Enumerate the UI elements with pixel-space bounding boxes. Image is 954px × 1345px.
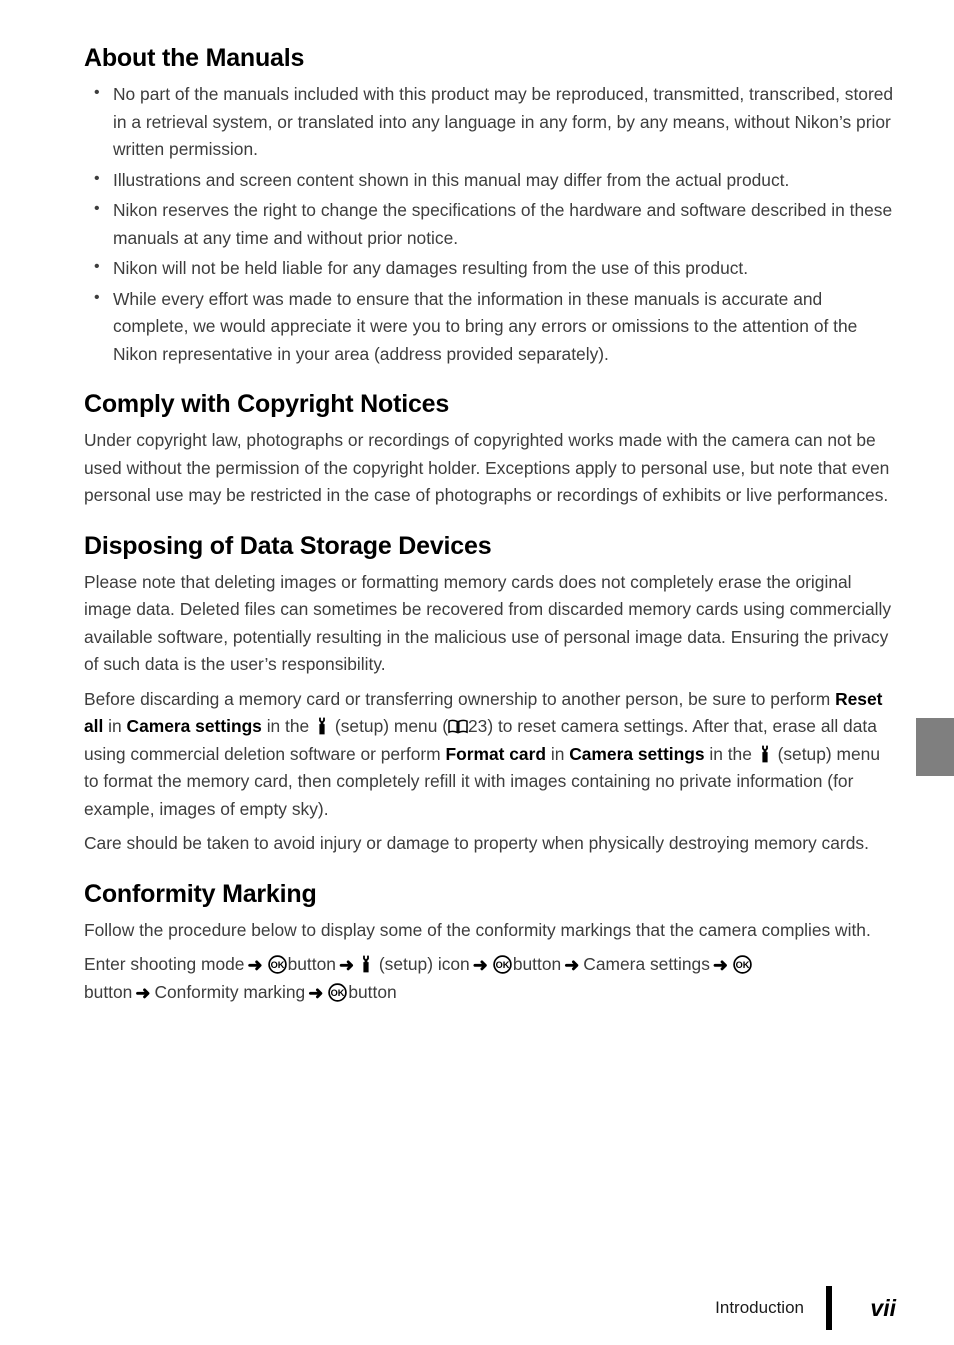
- ok-button-icon: OK: [493, 955, 512, 974]
- step-label-button: button: [84, 982, 133, 1003]
- page-content: About the Manuals No part of the manuals…: [84, 44, 896, 1008]
- manual-page: About the Manuals No part of the manuals…: [0, 0, 954, 1345]
- paragraph: Follow the procedure below to display so…: [84, 919, 871, 940]
- wrench-setup-icon: [758, 745, 772, 763]
- page-footer: Introduction vii: [0, 1286, 954, 1336]
- heading-about-the-manuals: About the Manuals: [84, 44, 305, 72]
- menu-item-camera-settings: Camera settings: [126, 716, 262, 736]
- wrench-setup-icon: [315, 717, 329, 735]
- svg-text:OK: OK: [331, 989, 345, 999]
- footer-chapter-label: Introduction: [715, 1298, 804, 1317]
- right-arrow-icon: ➜: [712, 955, 728, 975]
- paragraph: Care should be taken to avoid injury or …: [84, 833, 869, 853]
- step-label-button: button: [287, 954, 336, 974]
- right-arrow-icon: ➜: [338, 955, 355, 975]
- open-book-reference-icon: [448, 719, 468, 734]
- footer-inner: Introduction vii: [715, 1286, 896, 1330]
- ok-button-icon: OK: [328, 983, 348, 1003]
- svg-text:OK: OK: [736, 960, 750, 970]
- ok-button-icon: OK: [733, 955, 752, 974]
- svg-text:OK: OK: [270, 960, 284, 970]
- page-number: vii: [870, 1294, 896, 1321]
- heading-conformity-marking: Conformity Marking: [84, 879, 317, 908]
- section-tab-marker: [916, 718, 954, 776]
- heading-disposing-of-data-storage-devices: Disposing of Data Storage Devices: [84, 531, 492, 560]
- menu-item-camera-settings: Camera settings: [569, 743, 705, 764]
- step-enter-shooting-mode: Enter shooting mode: [84, 954, 245, 974]
- ok-button-icon: OK: [267, 955, 287, 974]
- paragraph: Please note that deleting images or form…: [84, 571, 892, 675]
- text-run: in the: [704, 743, 757, 764]
- section-comply-with-copyright-notices: Comply with Copyright Notices Under copy…: [84, 390, 896, 510]
- right-arrow-icon: ➜: [472, 955, 488, 975]
- right-arrow-icon: ➜: [247, 955, 263, 975]
- list-item: While every effort was made to ensure th…: [84, 285, 896, 369]
- step-label-button: button: [512, 954, 562, 974]
- right-arrow-icon: ➜: [564, 955, 580, 975]
- text-run: Before discarding a memory card or trans…: [84, 688, 836, 709]
- list-item: Illustrations and screen content shown i…: [84, 166, 896, 195]
- list-item: No part of the manuals included with thi…: [84, 80, 896, 164]
- paragraph: Under copyright law, photographs or reco…: [84, 430, 890, 505]
- section-conformity-marking: Conformity Marking Follow the procedure …: [84, 880, 896, 1008]
- step-setup-icon-label: (setup) icon: [378, 954, 470, 974]
- text-run: in: [546, 743, 570, 764]
- heading-comply-with-copyright-notices: Comply with Copyright Notices: [84, 390, 450, 418]
- paragraph-reset-and-format-instructions: Before discarding a memory card or trans…: [84, 686, 896, 824]
- text-run: in: [103, 716, 127, 736]
- step-label-button: button: [348, 982, 397, 1003]
- svg-text:OK: OK: [495, 960, 509, 970]
- right-arrow-icon: ➜: [308, 983, 324, 1004]
- page-reference-number: 23: [468, 716, 488, 736]
- section-about-the-manuals: About the Manuals No part of the manuals…: [84, 44, 896, 368]
- list-item: Nikon will not be held liable for any da…: [84, 254, 896, 283]
- text-run: (setup) menu (: [330, 716, 448, 736]
- text-run: in the: [261, 716, 315, 736]
- right-arrow-icon: ➜: [135, 983, 151, 1004]
- section-disposing-of-data-storage-devices: Disposing of Data Storage Devices Please…: [84, 532, 896, 858]
- paragraph-conformity-procedure: Enter shooting mode ➜ OK button ➜ (setup) ic…: [84, 951, 896, 1008]
- step-conformity-marking: Conformity marking: [154, 982, 306, 1003]
- menu-item-format-card: Format card: [445, 743, 546, 764]
- list-item: Nikon reserves the right to change the s…: [84, 196, 896, 252]
- step-camera-settings: Camera settings: [583, 954, 710, 974]
- wrench-setup-icon: [359, 955, 373, 973]
- bullet-list-about-the-manuals: No part of the manuals included with thi…: [84, 80, 896, 369]
